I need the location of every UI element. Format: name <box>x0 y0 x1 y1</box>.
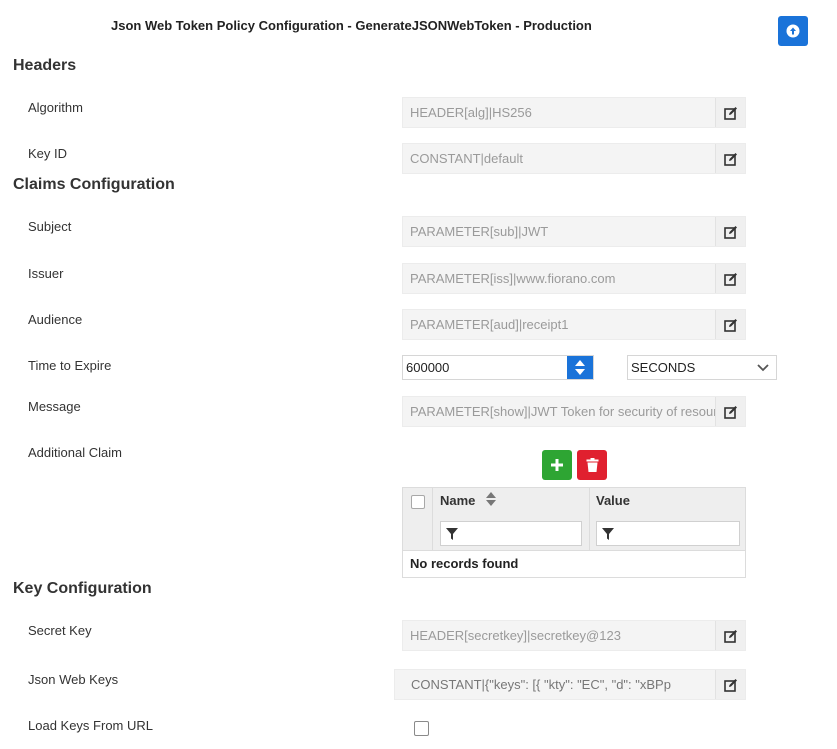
algorithm-value: HEADER[alg]|HS256 <box>410 105 532 120</box>
secret-key-value: HEADER[secretkey]|secretkey@123 <box>410 628 621 643</box>
section-key-configuration: Key Configuration <box>13 580 152 597</box>
time-to-expire-value[interactable]: 600000 <box>403 356 567 379</box>
audience-edit-button[interactable] <box>715 310 745 339</box>
select-all-checkbox[interactable] <box>411 495 425 509</box>
time-unit-select[interactable]: SECONDS <box>627 355 777 380</box>
pencil-square-icon <box>723 225 737 239</box>
load-keys-from-url-checkbox[interactable] <box>414 721 429 736</box>
value-filter-input[interactable] <box>596 521 740 546</box>
pencil-square-icon <box>723 318 737 332</box>
funnel-icon <box>446 527 458 540</box>
time-to-expire-stepper[interactable]: 600000 <box>402 355 594 380</box>
pencil-square-icon <box>723 678 737 692</box>
pencil-square-icon <box>723 152 737 166</box>
message-label: Message <box>28 399 81 414</box>
pencil-square-icon <box>723 629 737 643</box>
caret-down-icon[interactable] <box>575 368 585 375</box>
audience-value: PARAMETER[aud]|receipt1 <box>410 317 569 332</box>
secret-key-field: HEADER[secretkey]|secretkey@123 <box>402 620 746 651</box>
issuer-edit-button[interactable] <box>715 264 745 293</box>
additional-claim-label: Additional Claim <box>28 445 122 460</box>
plus-icon <box>551 459 563 471</box>
sort-icon[interactable] <box>486 492 496 506</box>
json-web-keys-value: CONSTANT|{"keys": [{ "kty": "EC", "d": "… <box>411 677 671 692</box>
json-web-keys-edit-button[interactable] <box>715 670 745 699</box>
key-id-edit-button[interactable] <box>715 144 745 173</box>
add-claim-button[interactable] <box>542 450 572 480</box>
secret-key-label: Secret Key <box>28 623 92 638</box>
empty-message: No records found <box>410 556 519 571</box>
secret-key-edit-button[interactable] <box>715 621 745 650</box>
subject-field: PARAMETER[sub]|JWT <box>402 216 746 247</box>
arrow-up-circle-icon <box>786 24 800 38</box>
caret-up-icon[interactable] <box>575 360 585 367</box>
pencil-square-icon <box>723 405 737 419</box>
algorithm-edit-button[interactable] <box>715 98 745 127</box>
key-id-value: CONSTANT|default <box>410 151 523 166</box>
name-filter-input[interactable] <box>440 521 582 546</box>
pencil-square-icon <box>723 106 737 120</box>
page-title: Json Web Token Policy Configuration - Ge… <box>111 18 592 33</box>
stepper-arrows[interactable] <box>567 356 593 379</box>
section-claims: Claims Configuration <box>13 176 175 193</box>
subject-edit-button[interactable] <box>715 217 745 246</box>
json-web-keys-field: CONSTANT|{"keys": [{ "kty": "EC", "d": "… <box>394 669 746 700</box>
chevron-down-icon <box>757 363 769 371</box>
funnel-icon <box>602 527 614 540</box>
time-unit-value: SECONDS <box>631 360 696 375</box>
time-to-expire-label: Time to Expire <box>28 358 112 373</box>
algorithm-label: Algorithm <box>28 100 83 115</box>
audience-field: PARAMETER[aud]|receipt1 <box>402 309 746 340</box>
key-id-label: Key ID <box>28 146 68 161</box>
key-id-field: CONSTANT|default <box>402 143 746 174</box>
issuer-value: PARAMETER[iss]|www.fiorano.com <box>410 271 616 286</box>
trash-icon <box>586 458 598 472</box>
additional-claims-table: Name Value No records found <box>402 487 746 578</box>
algorithm-field: HEADER[alg]|HS256 <box>402 97 746 128</box>
audience-label: Audience <box>28 312 83 327</box>
table-header: Name Value <box>403 488 745 551</box>
issuer-field: PARAMETER[iss]|www.fiorano.com <box>402 263 746 294</box>
subject-label: Subject <box>28 219 72 234</box>
message-value: PARAMETER[show]|JWT Token for security o… <box>410 404 715 419</box>
issuer-label: Issuer <box>28 266 64 281</box>
load-keys-from-url-label: Load Keys From URL <box>28 718 153 733</box>
subject-value: PARAMETER[sub]|JWT <box>410 224 549 239</box>
json-web-keys-label: Json Web Keys <box>28 672 119 687</box>
section-headers: Headers <box>13 57 77 74</box>
message-edit-button[interactable] <box>715 397 745 426</box>
message-field: PARAMETER[show]|JWT Token for security o… <box>402 396 746 427</box>
pencil-square-icon <box>723 272 737 286</box>
value-column-header[interactable]: Value <box>596 493 630 508</box>
name-column-header[interactable]: Name <box>440 493 475 508</box>
delete-claim-button[interactable] <box>577 450 607 480</box>
upload-button[interactable] <box>778 16 808 46</box>
